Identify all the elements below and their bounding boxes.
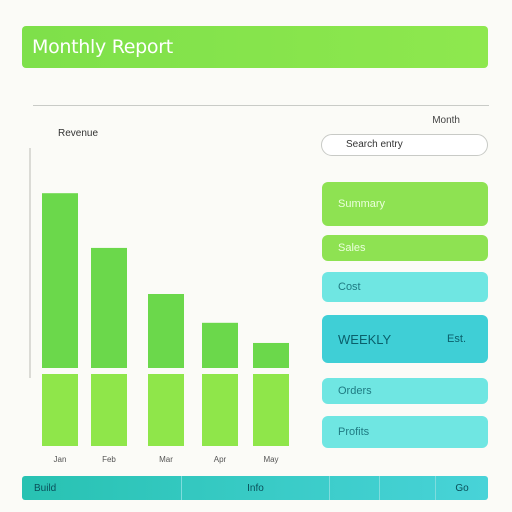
bar-Mar <box>148 294 184 368</box>
weekly-panel-label: WEEKLY <box>338 331 392 347</box>
bar-base-May <box>253 374 289 446</box>
title-bar: Monthly Report <box>22 26 488 68</box>
sales-panel-label: Sales <box>338 242 366 254</box>
bar-base-Mar <box>148 374 184 446</box>
status-left[interactable]: Build <box>22 476 182 500</box>
x-tick-label: Jan <box>54 455 67 464</box>
profits-panel-label: Profits <box>338 426 370 438</box>
orders-panel-label: Orders <box>338 385 372 397</box>
search-input[interactable]: Search entry <box>321 134 488 156</box>
status-seg-4[interactable] <box>380 476 436 500</box>
bar-chart: Jan Feb Mar Apr May <box>10 140 310 470</box>
cost-panel[interactable]: Cost <box>322 272 488 302</box>
status-bar: Build Info Go <box>22 476 488 500</box>
bar-base-Feb <box>91 374 127 446</box>
orders-panel[interactable]: Orders <box>322 378 488 404</box>
summary-panel[interactable]: Summary <box>322 182 488 226</box>
summary-panel-label: Summary <box>338 198 386 210</box>
profits-panel[interactable]: Profits <box>322 416 488 448</box>
bar-Feb <box>91 247 127 368</box>
weekly-panel[interactable]: WEEKLY Est. <box>322 315 488 363</box>
status-seg-3[interactable] <box>330 476 380 500</box>
bar-base-Apr <box>202 374 238 446</box>
cost-panel-label: Cost <box>338 281 361 293</box>
header-divider <box>33 105 489 106</box>
x-tick-label: Feb <box>102 455 116 464</box>
bar-Apr <box>202 322 238 368</box>
bar-chart-svg: Jan Feb Mar Apr May <box>29 148 289 464</box>
chart-label: Revenue <box>58 128 99 139</box>
status-right[interactable]: Go <box>436 476 488 500</box>
x-tick-label: May <box>263 455 278 464</box>
weekly-panel-value: Est. <box>447 333 466 345</box>
bar-Jan <box>42 193 78 368</box>
page-title: Monthly Report <box>32 36 173 58</box>
top-right-label: Month <box>432 115 460 126</box>
bar-May <box>253 342 289 368</box>
sales-panel[interactable]: Sales <box>322 235 488 261</box>
bar-base-Jan <box>42 374 78 446</box>
x-tick-label: Apr <box>214 455 227 464</box>
status-mid[interactable]: Info <box>182 476 330 500</box>
x-tick-label: Mar <box>159 455 173 464</box>
